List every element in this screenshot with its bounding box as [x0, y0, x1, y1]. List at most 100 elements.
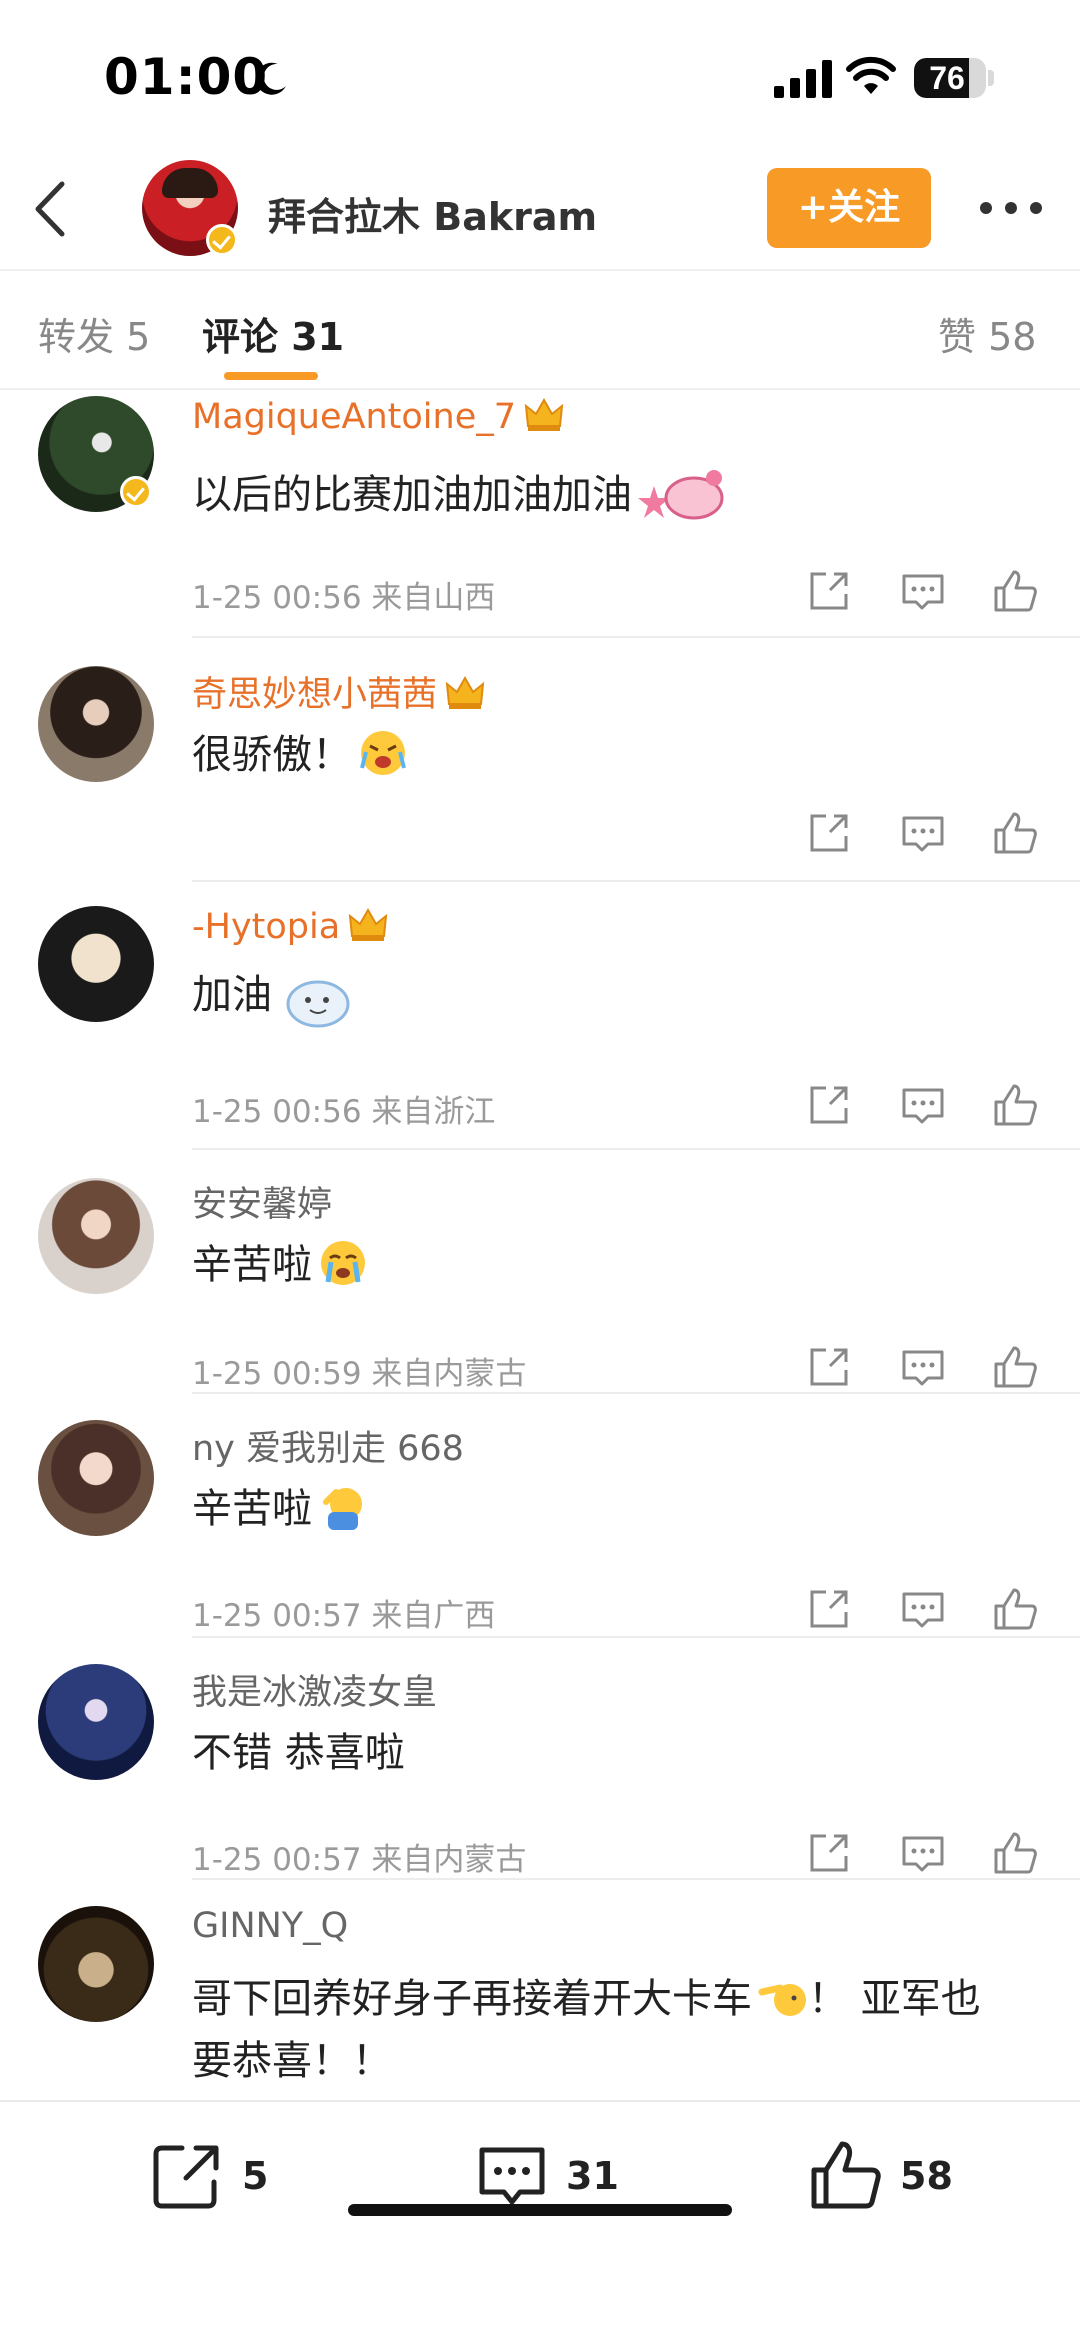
back-arrow-icon[interactable] — [26, 174, 76, 244]
like-button[interactable]: 58 — [808, 2138, 978, 2218]
like-icon — [811, 2141, 881, 2209]
comment-text-content: 辛苦啦 — [192, 1486, 312, 1532]
author-name[interactable]: 拜合拉木 Bakram — [268, 186, 597, 241]
comment-icon[interactable] — [900, 568, 946, 614]
comment-icon[interactable] — [900, 1082, 946, 1128]
share-icon[interactable] — [806, 1082, 852, 1128]
signal-icon — [774, 60, 832, 98]
like-icon[interactable] — [992, 810, 1038, 856]
share-icon[interactable] — [806, 1344, 852, 1390]
comment-item: 安安馨婷 辛苦啦 1-25 00:59 来自内蒙古 — [0, 1176, 1080, 1396]
comment-icon[interactable] — [900, 1344, 946, 1390]
more-icon[interactable] — [980, 190, 1042, 226]
comment-author-name: -Hytopia — [192, 907, 341, 947]
comment-meta: 1-25 00:59 来自内蒙古 — [192, 1356, 527, 1392]
comment-text-content: 辛苦啦 — [192, 1242, 312, 1288]
crown-icon — [445, 675, 485, 709]
comment-divider — [192, 1148, 1080, 1150]
sticker-icon — [286, 980, 350, 1028]
battery-tip — [988, 70, 994, 86]
status-time: 01:00 — [104, 48, 269, 106]
repost-count: 5 — [242, 2154, 269, 2198]
comment-author[interactable]: 安安馨婷 — [192, 1176, 332, 1227]
like-count: 58 — [900, 2154, 953, 2198]
comment-author[interactable]: -Hytopia — [192, 906, 388, 947]
comment-text-content: 加油 — [192, 972, 272, 1018]
tab-active-indicator — [224, 372, 318, 380]
avatar[interactable] — [38, 1420, 154, 1536]
comment-icon[interactable] — [900, 810, 946, 856]
verified-icon — [206, 224, 238, 256]
tab-likes[interactable]: 赞 58 — [938, 306, 1036, 361]
comment-text: 很骄傲！ — [192, 728, 1052, 782]
salute-emoji-icon — [323, 1488, 362, 1530]
comment-author[interactable]: ny 爱我别走 668 — [192, 1420, 464, 1471]
avatar[interactable] — [38, 1178, 154, 1294]
comment-item: ny 爱我别走 668 辛苦啦 1-25 00:57 来自广西 — [0, 1420, 1080, 1640]
comment-author[interactable]: 奇思妙想小茜茜 — [192, 666, 485, 717]
like-icon[interactable] — [992, 1082, 1038, 1128]
like-icon[interactable] — [992, 1586, 1038, 1632]
header-divider — [0, 269, 1080, 271]
comment-item: MagiqueAntoine_7 以后的比赛加油加油加油 1-25 00:56 … — [0, 396, 1080, 636]
comment-text: 哥下回养好身子再接着开大卡车 ！ 亚军也 要恭喜！！ — [192, 1968, 1052, 2092]
comment-actions — [806, 1830, 1056, 1880]
share-icon[interactable] — [806, 1586, 852, 1632]
comment-icon — [479, 2147, 545, 2205]
comment-meta: 1-25 00:56 来自浙江 — [192, 1094, 496, 1130]
avatar[interactable] — [38, 1906, 154, 2022]
comment-text: 辛苦啦 — [192, 1238, 1052, 1292]
home-indicator — [348, 2204, 732, 2216]
comment-actions — [806, 1344, 1056, 1394]
comment-meta: 1-25 00:57 来自广西 — [192, 1598, 496, 1634]
comment-actions — [806, 810, 1056, 860]
bottom-action-bar: 5 31 58 — [0, 2100, 1080, 2342]
comment-divider — [192, 1392, 1080, 1394]
comment-text: 辛苦啦 — [192, 1482, 1052, 1536]
crown-icon — [348, 907, 388, 941]
like-icon[interactable] — [992, 1344, 1038, 1390]
comment-author[interactable]: 我是冰激凌女皇 — [192, 1664, 437, 1715]
tabs-divider — [0, 388, 1080, 390]
avatar[interactable] — [38, 1664, 154, 1780]
comment-meta: 1-25 00:57 来自内蒙古 — [192, 1842, 527, 1878]
repost-button[interactable]: 5 — [150, 2138, 310, 2218]
comment-author[interactable]: MagiqueAntoine_7 — [192, 396, 564, 437]
comment-text-content: 很骄傲！ — [192, 732, 352, 778]
comment-author-name: 奇思妙想小茜茜 — [192, 675, 438, 715]
crying-emoji-icon — [321, 1241, 365, 1285]
comment-item: 奇思妙想小茜茜 很骄傲！ — [0, 662, 1080, 882]
comment-item: -Hytopia 加油 1-25 00:56 来自浙江 — [0, 906, 1080, 1146]
avatar[interactable] — [38, 906, 154, 1022]
comment-meta: 1-25 00:56 来自山西 — [192, 580, 496, 616]
like-icon[interactable] — [992, 568, 1038, 614]
tab-bar: 转发 5 评论 31 赞 58 — [0, 272, 1080, 390]
crying-emoji-icon — [360, 731, 406, 775]
comment-icon[interactable] — [900, 1586, 946, 1632]
tab-repost[interactable]: 转发 5 — [38, 306, 150, 361]
comment-text-content: 以后的比赛加油加油加油 — [192, 472, 632, 518]
share-icon[interactable] — [806, 810, 852, 856]
comment-text: 以后的比赛加油加油加油 — [192, 458, 1052, 538]
avatar[interactable] — [38, 666, 154, 782]
comment-actions — [806, 568, 1056, 618]
comment-author[interactable]: GINNY_Q — [192, 1906, 348, 1946]
comment-icon[interactable] — [900, 1830, 946, 1876]
moon-icon — [255, 62, 286, 95]
salute-emoji-icon — [758, 1984, 806, 2016]
comment-author-name: MagiqueAntoine_7 — [192, 397, 516, 437]
crown-icon — [524, 397, 564, 431]
share-icon[interactable] — [806, 568, 852, 614]
comment-item: 我是冰激凌女皇 不错 恭喜啦 1-25 00:57 来自内蒙古 — [0, 1664, 1080, 1884]
comment-actions — [806, 1082, 1056, 1132]
comment-divider — [192, 1878, 1080, 1880]
share-icon — [153, 2145, 219, 2209]
tab-comments[interactable]: 评论 31 — [202, 306, 344, 361]
follow-button[interactable]: +关注 — [767, 168, 931, 248]
comment-text-content: ！ 亚军也 — [808, 1976, 981, 2022]
share-icon[interactable] — [806, 1830, 852, 1876]
comment-text: 加油 — [192, 968, 1052, 1038]
like-icon[interactable] — [992, 1830, 1038, 1876]
status-bar: 01:00 76 — [0, 0, 1080, 150]
comment-text: 不错 恭喜啦 — [192, 1730, 405, 1776]
